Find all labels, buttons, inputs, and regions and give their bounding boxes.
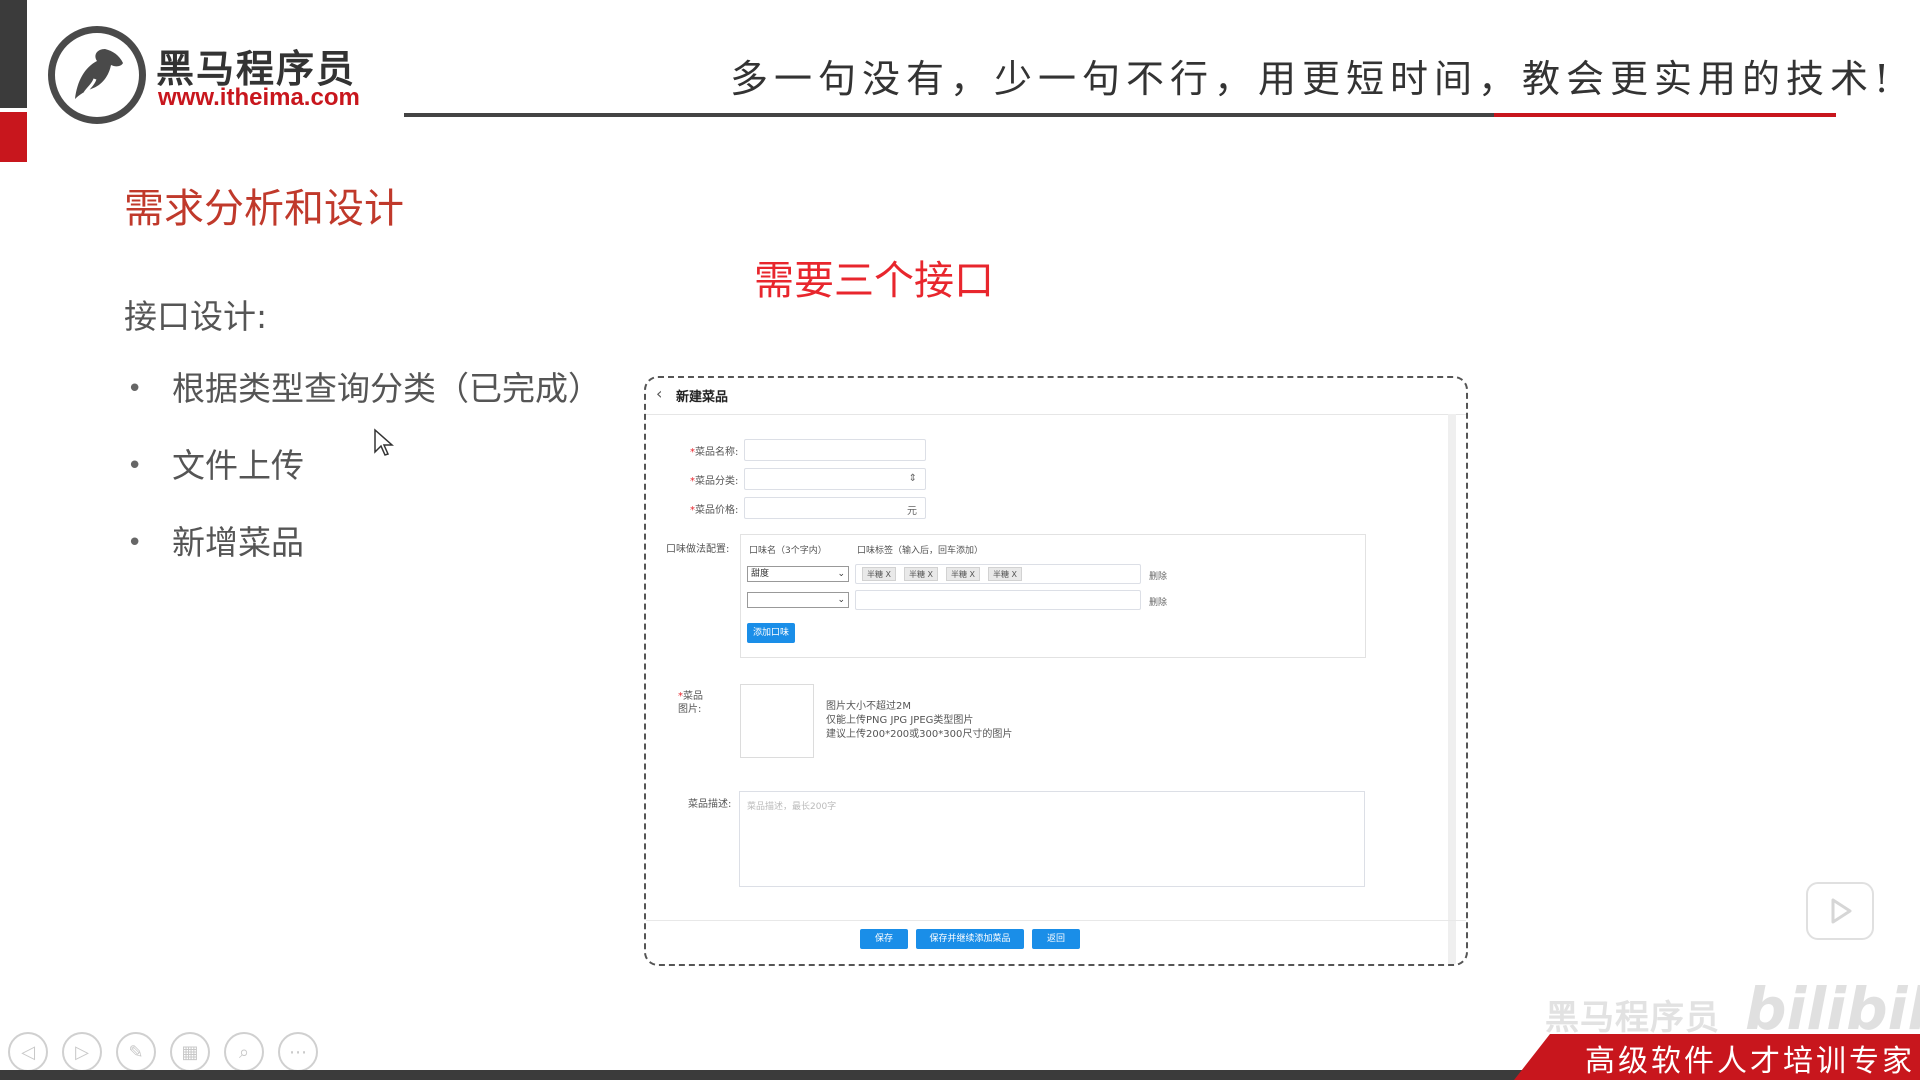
- image-hint-line: 建议上传200*200或300*300尺寸的图片: [826, 729, 1013, 740]
- form-title: 新建菜品: [676, 390, 729, 405]
- pen-icon[interactable]: ✎: [116, 1032, 156, 1072]
- bullet-dot: •: [127, 451, 143, 481]
- flavor-tag[interactable]: 半糖 X: [946, 567, 981, 581]
- bullet-text: 文件上传: [172, 446, 304, 485]
- api-bullet-list: • 根据类型查询分类（已完成） • 文件上传 • 新增菜品: [124, 363, 601, 594]
- bullet-text: 根据类型查询分类（已完成）: [172, 369, 601, 408]
- dish-name-label: *菜品名称:: [690, 447, 739, 458]
- next-slide-icon[interactable]: ▷: [62, 1032, 102, 1072]
- form-scrollbar[interactable]: [1448, 414, 1456, 964]
- flavor-tag[interactable]: 半糖 X: [904, 567, 939, 581]
- add-flavor-button[interactable]: 添加口味: [747, 623, 795, 643]
- delete-flavor-link[interactable]: 删除: [1149, 569, 1167, 582]
- slide-note: 需要三个接口: [754, 258, 994, 304]
- logo-url: www.itheima.com: [158, 84, 360, 111]
- flavor-config-panel: 口味名（3个字内） 口味标签（输入后，回车添加） 甜度 ⌄ 半糖 X 半糖 X 半…: [740, 534, 1366, 658]
- save-continue-button[interactable]: 保存并继续添加菜品: [916, 929, 1024, 949]
- flavor-name-select[interactable]: ⌄: [747, 592, 849, 608]
- previous-slide-icon[interactable]: ◁: [8, 1032, 48, 1072]
- flavor-tags-input[interactable]: [855, 590, 1141, 610]
- zoom-icon[interactable]: ⌕: [224, 1032, 264, 1072]
- chevron-down-icon: ⌄: [837, 569, 845, 579]
- save-button[interactable]: 保存: [860, 929, 908, 949]
- api-bullet-item: • 文件上传: [124, 440, 601, 517]
- flavor-tag[interactable]: 半糖 X: [988, 567, 1023, 581]
- select-arrows-icon: ⇕: [908, 473, 917, 484]
- flavor-tags-header: 口味标签（输入后，回车添加）: [857, 546, 984, 556]
- play-icon[interactable]: [1806, 882, 1874, 940]
- left-red-marker: [0, 112, 27, 162]
- back-arrow-icon[interactable]: ‹: [656, 384, 662, 403]
- presentation-toolbar: ◁ ▷ ✎ ▦ ⌕ ⋯: [8, 1032, 318, 1072]
- flavor-name-select[interactable]: 甜度 ⌄: [747, 566, 849, 582]
- bilibili-watermark: bilibili: [1745, 975, 1920, 1043]
- bullet-dot: •: [127, 528, 143, 558]
- slides-grid-icon[interactable]: ▦: [170, 1032, 210, 1072]
- flavor-tags-input[interactable]: 半糖 X 半糖 X 半糖 X 半糖 X: [855, 564, 1141, 584]
- image-upload-area[interactable]: [740, 684, 814, 758]
- api-bullet-item: • 新增菜品: [124, 517, 601, 594]
- price-unit: 元: [907, 506, 917, 517]
- flavor-tag[interactable]: 半糖 X: [862, 567, 897, 581]
- footer-banner-text: 高级软件人才培训专家: [1585, 1044, 1915, 1079]
- horse-logo-icon: [48, 26, 146, 124]
- back-button[interactable]: 返回: [1032, 929, 1080, 949]
- dish-category-select[interactable]: ⇕: [744, 468, 926, 490]
- left-decor-bar: [0, 0, 27, 108]
- dish-image-label: *菜品图片:: [678, 691, 703, 715]
- header-divider-accent: [1494, 113, 1836, 117]
- image-hint-line: 仅能上传PNG JPG JPEG类型图片: [826, 715, 974, 726]
- flavor-config-label: 口味做法配置:: [666, 544, 730, 555]
- slogan: 多一句没有，少一句不行，用更短时间，教会更实用的技术!: [730, 57, 1896, 101]
- more-options-icon[interactable]: ⋯: [278, 1032, 318, 1072]
- image-upload-hints: 图片大小不超过2M 仅能上传PNG JPG JPEG类型图片 建议上传200*2…: [826, 700, 1012, 742]
- flavor-name-header: 口味名（3个字内）: [749, 546, 827, 556]
- image-hint-line: 图片大小不超过2M: [826, 701, 911, 712]
- form-header: ‹ 新建菜品: [646, 378, 1466, 415]
- form-footer-divider: [646, 920, 1466, 921]
- watermark-text: 黑马程序员: [1545, 998, 1720, 1038]
- chevron-down-icon: ⌄: [837, 595, 845, 605]
- dish-desc-label: 菜品描述:: [688, 799, 732, 810]
- dish-desc-textarea[interactable]: 菜品描述，最长200字: [739, 791, 1365, 887]
- delete-flavor-link[interactable]: 删除: [1149, 595, 1167, 608]
- dish-name-input[interactable]: [744, 439, 926, 461]
- desc-placeholder: 菜品描述，最长200字: [747, 802, 837, 812]
- bullet-dot: •: [127, 374, 143, 404]
- mouse-cursor-icon: [374, 428, 394, 456]
- dish-form-screenshot: ‹ 新建菜品 *菜品名称: *菜品分类: ⇕ *菜品价格: 元 口味做法配置: …: [644, 376, 1468, 966]
- api-design-label: 接口设计:: [124, 297, 268, 336]
- slide-title: 需求分析和设计: [124, 186, 404, 232]
- bullet-text: 新增菜品: [172, 523, 304, 562]
- dish-category-label: *菜品分类:: [690, 476, 739, 487]
- header-divider: [404, 113, 1494, 117]
- api-bullet-item: • 根据类型查询分类（已完成）: [124, 363, 601, 440]
- dish-price-label: *菜品价格:: [690, 505, 739, 516]
- dish-price-input[interactable]: 元: [744, 497, 926, 519]
